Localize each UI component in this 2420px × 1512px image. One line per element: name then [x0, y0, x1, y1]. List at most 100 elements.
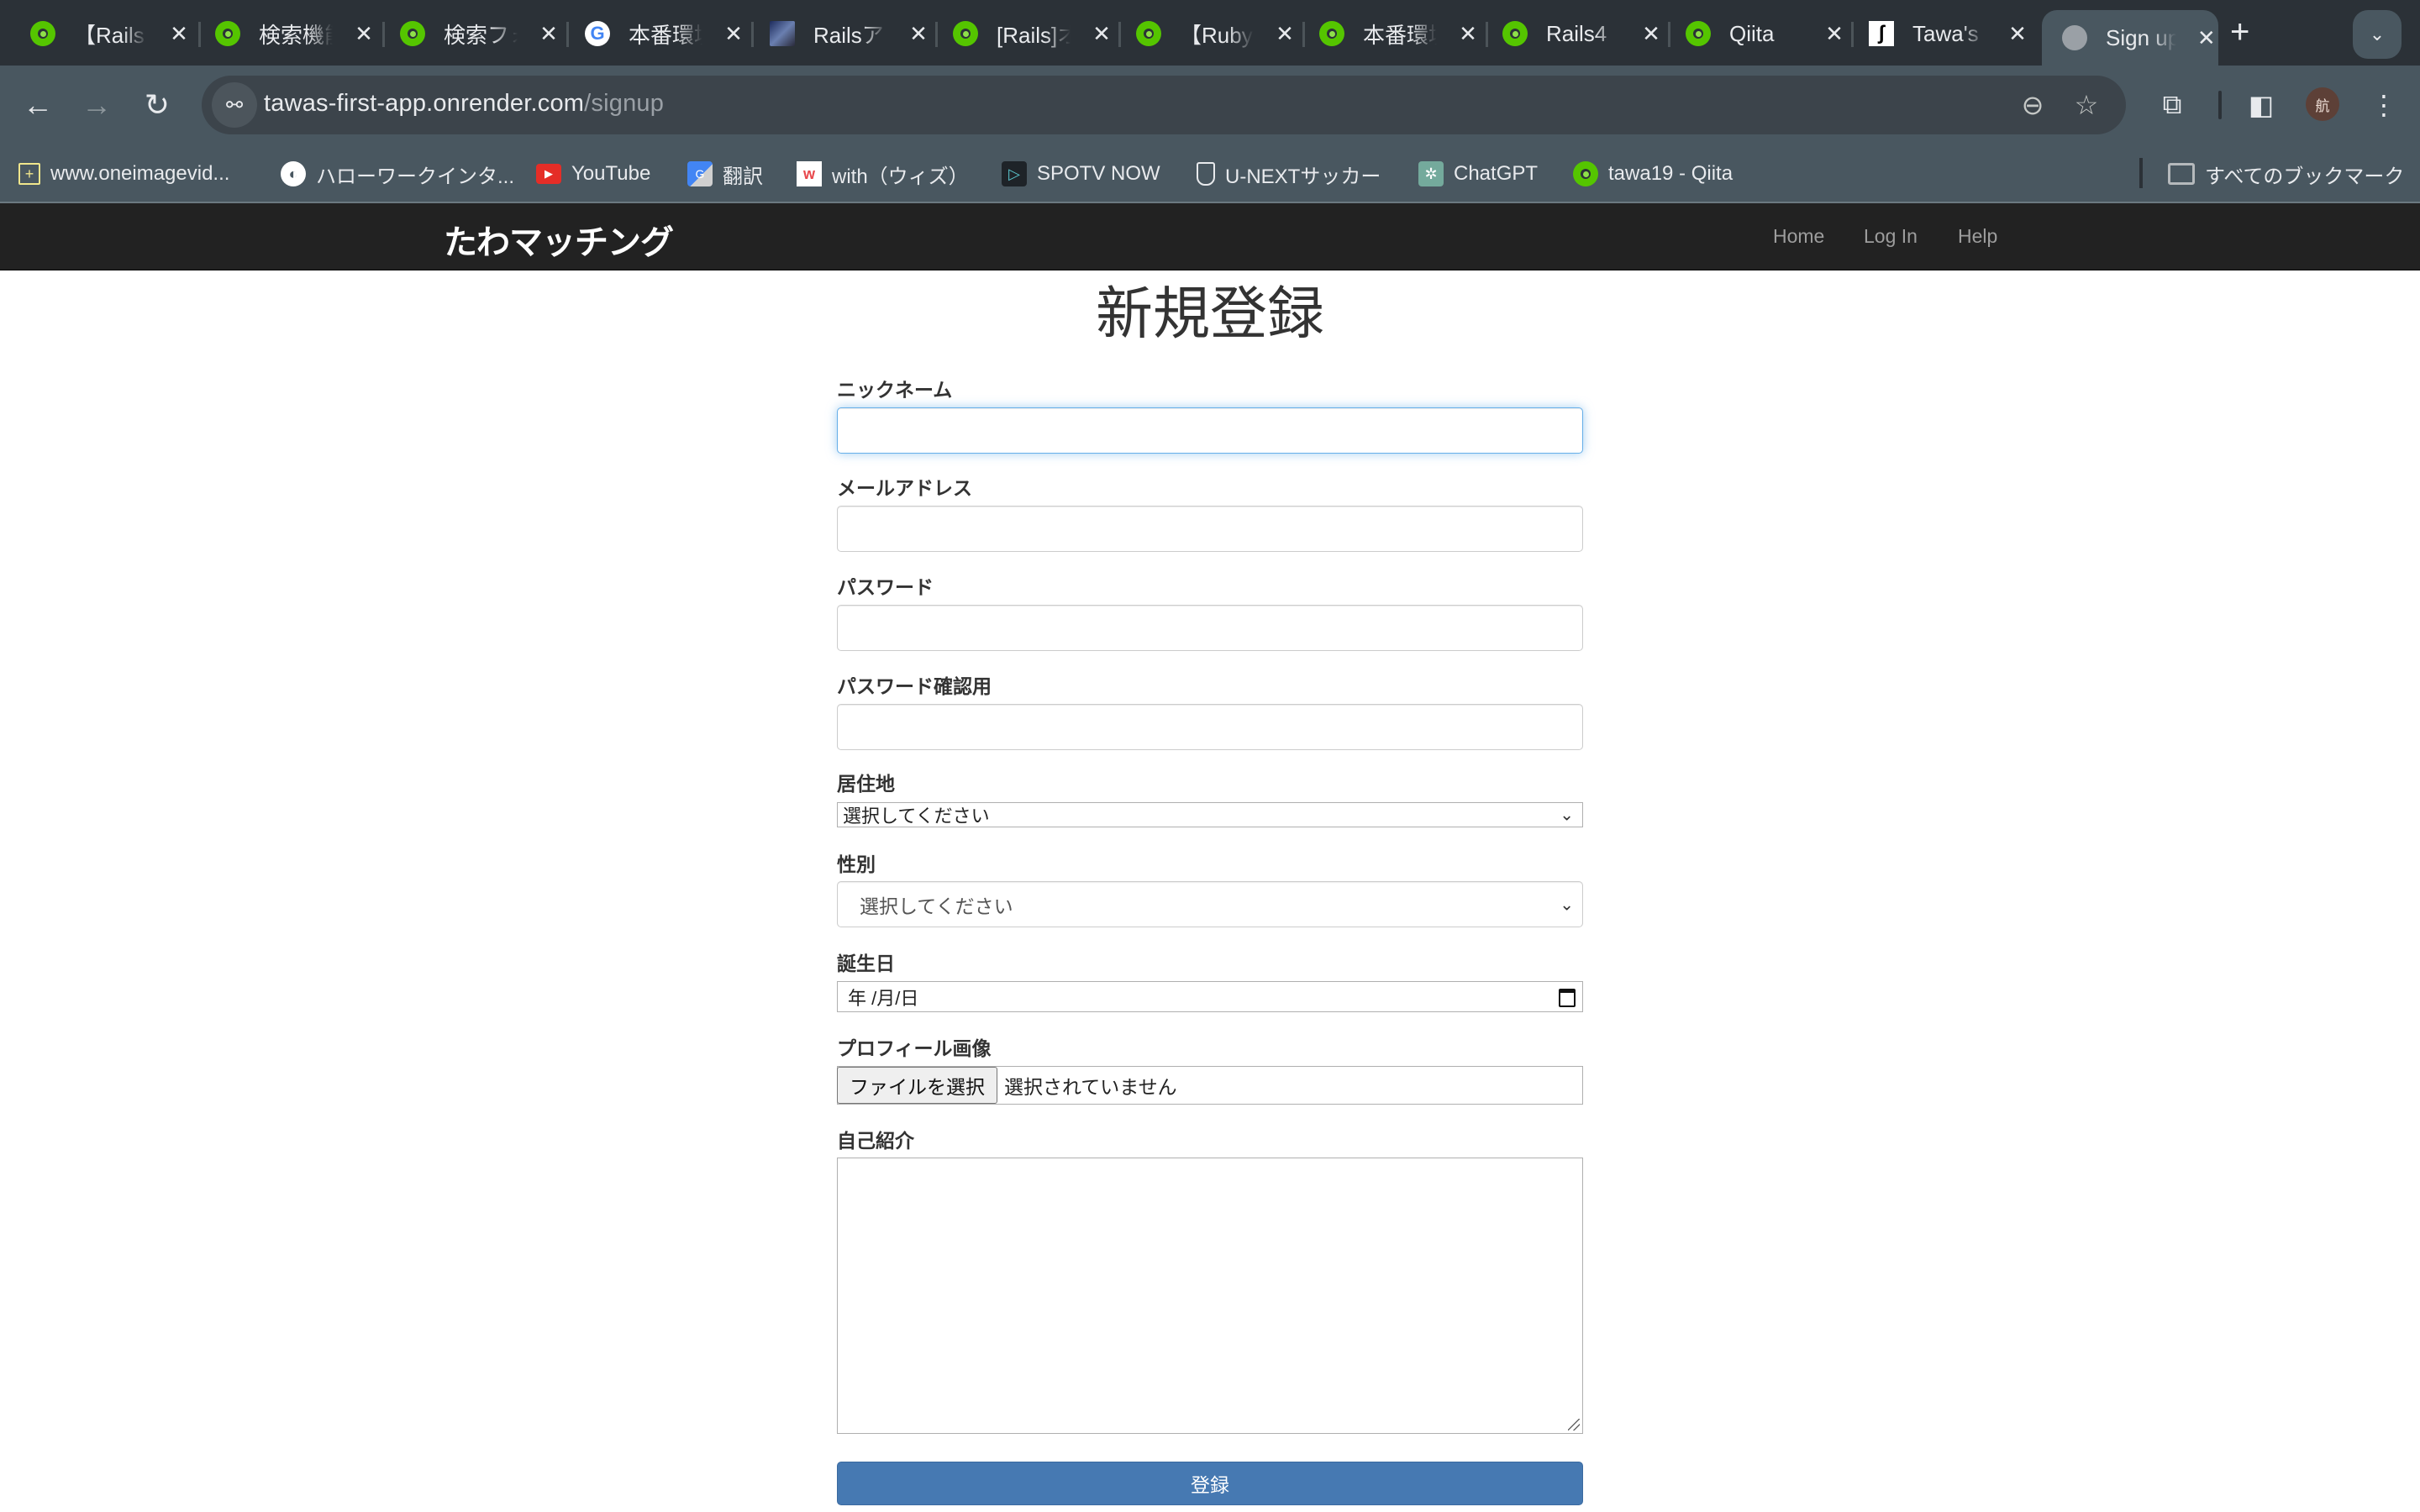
tab[interactable]: Qiita ✕ [1665, 12, 1847, 55]
tab-title: 【Ruby [1180, 22, 1253, 48]
address-bar[interactable]: ⚯ tawas-first-app.onrender.com/signup ⊖ … [202, 76, 2126, 134]
bookmark-item[interactable]: G 翻訳 [687, 160, 763, 188]
url-text[interactable]: tawas-first-app.onrender.com/signup [264, 90, 664, 118]
forward-button[interactable]: → [76, 84, 118, 126]
close-icon[interactable]: ✕ [2005, 21, 2030, 47]
bookmark-item[interactable]: ◐ ハローワークインタ... [281, 160, 514, 188]
with-icon: w [797, 161, 822, 186]
password-confirmation-input[interactable] [837, 704, 1583, 750]
nickname-input[interactable] [837, 407, 1583, 454]
birthday-label: 誕生日 [837, 953, 895, 974]
choose-file-button[interactable]: ファイルを選択 [837, 1067, 997, 1104]
bookmark-label: U-NEXTサッカー [1225, 165, 1381, 188]
new-tab-button[interactable]: + [2230, 13, 2249, 51]
bookmark-item[interactable]: w with（ウィズ） [797, 160, 969, 188]
image-plus-icon: + [18, 163, 40, 185]
tab-title: [Rails]オ [997, 22, 1071, 48]
google-translate-icon: G [687, 161, 713, 186]
birthday-date-input[interactable]: 年 /月/日 [837, 981, 1583, 1012]
tab[interactable]: 【Rails ✕ [10, 12, 192, 55]
residence-select[interactable]: 選択してください ⌄ [837, 802, 1583, 827]
tab[interactable]: Railsア ✕ [750, 12, 931, 55]
qiita-icon [953, 21, 978, 46]
brand-logo-link[interactable]: たわマッチング [444, 215, 674, 264]
tab[interactable]: [Rails]オ ✕ [933, 12, 1114, 55]
profile-image-file-input[interactable]: ファイルを選択 選択されていません [837, 1066, 1583, 1105]
tab-title: 【Rails [74, 22, 145, 48]
reload-button[interactable]: ↻ [136, 84, 178, 126]
email-label: メールアドレス [837, 477, 972, 499]
tab[interactable]: 検索フォ ✕ [380, 12, 561, 55]
bookmark-item[interactable]: + www.oneimagevid... [18, 160, 229, 188]
password-confirmation-label: パスワード確認用 [837, 675, 992, 697]
spotv-icon: ▷ [1002, 161, 1027, 186]
extensions-icon[interactable]: ⧉ [2151, 84, 2193, 126]
nav-link-help[interactable]: Help [1958, 225, 1997, 248]
all-bookmarks-button[interactable]: すべてのブックマーク [2168, 160, 2404, 188]
close-icon[interactable]: ✕ [721, 21, 746, 47]
star-icon[interactable]: ☆ [2069, 87, 2104, 123]
tab-title: 本番環境 [629, 22, 702, 48]
chevron-down-icon: ⌄ [1560, 806, 1574, 825]
introduction-label: 自己紹介 [837, 1130, 914, 1152]
close-icon[interactable]: ✕ [1639, 21, 1664, 47]
profile-avatar[interactable]: 航 [2306, 87, 2339, 121]
qiita-icon [215, 21, 240, 46]
qiita-icon [1136, 21, 1161, 46]
tab[interactable]: 本番環境 ✕ [1299, 12, 1481, 55]
introduction-textarea[interactable] [837, 1158, 1583, 1434]
residence-selected-value: 選択してください [843, 806, 990, 827]
close-icon[interactable]: ✕ [536, 21, 561, 47]
arrow-left-icon: ← [23, 87, 53, 122]
back-button[interactable]: ← [17, 84, 59, 126]
close-icon[interactable]: ✕ [1455, 21, 1481, 47]
register-submit-button[interactable]: 登録 [837, 1462, 1583, 1505]
tab-title: Qiita [1729, 20, 1775, 46]
bookmark-item[interactable]: ✲ ChatGPT [1418, 160, 1538, 188]
side-panel-icon[interactable]: ◧ [2240, 84, 2282, 126]
nav-link-home[interactable]: Home [1773, 225, 1824, 248]
arrow-right-icon: → [82, 87, 112, 122]
bookmark-item[interactable]: U-NEXTサッカー [1197, 160, 1381, 188]
tab-active[interactable]: Sign up ✕ [2042, 10, 2218, 66]
tab[interactable]: G 本番環境 ✕ [565, 12, 746, 55]
qiita-icon [1502, 21, 1528, 46]
close-icon[interactable]: ✕ [351, 21, 376, 47]
tab-title: Rails4 [1546, 20, 1607, 46]
close-icon[interactable]: ✕ [1089, 21, 1114, 47]
password-label: パスワード [837, 576, 934, 598]
bookmarks-divider [2139, 158, 2143, 188]
url-host: tawas-first-app.onrender.com [264, 90, 585, 117]
close-icon[interactable]: ✕ [166, 21, 192, 47]
gender-select[interactable]: 選択してください ⌄ [837, 881, 1583, 927]
resize-handle-icon[interactable] [1568, 1419, 1580, 1431]
bookmark-label: SPOTV NOW [1037, 162, 1160, 185]
close-icon[interactable]: ✕ [1272, 21, 1297, 47]
more-menu-icon[interactable]: ⋮ [2363, 84, 2405, 126]
nav-link-login[interactable]: Log In [1864, 225, 1918, 248]
bookmarks-bar: + www.oneimagevid... ◐ ハローワークインタ... ▶ Yo… [0, 144, 2420, 203]
tab[interactable]: ʃ Tawa's ✕ [1849, 12, 2030, 55]
tab-search-button[interactable]: ⌄ [2353, 10, 2402, 59]
image-icon [770, 21, 795, 46]
email-input[interactable] [837, 506, 1583, 552]
password-input[interactable] [837, 605, 1583, 651]
qiita-icon [1319, 21, 1344, 46]
bookmark-label: tawa19 - Qiita [1608, 162, 1733, 185]
close-icon[interactable]: ✕ [906, 21, 931, 47]
reload-icon: ↻ [144, 87, 171, 122]
tab[interactable]: 検索機能 ✕ [195, 12, 376, 55]
residence-label: 居住地 [837, 773, 895, 795]
tab[interactable]: Rails4 ✕ [1482, 12, 1664, 55]
calendar-icon[interactable] [1559, 989, 1576, 1007]
youtube-icon: ▶ [536, 164, 561, 184]
tab[interactable]: 【Ruby ✕ [1116, 12, 1297, 55]
close-icon[interactable]: ✕ [1822, 21, 1847, 47]
zoom-out-icon[interactable]: ⊖ [2015, 87, 2050, 123]
bookmark-label: YouTube [571, 162, 651, 185]
bookmark-item[interactable]: ▶ YouTube [536, 160, 650, 188]
bookmark-item[interactable]: tawa19 - Qiita [1573, 160, 1733, 188]
close-icon[interactable]: ✕ [2195, 25, 2218, 51]
site-info-button[interactable]: ⚯ [212, 82, 257, 128]
bookmark-item[interactable]: ▷ SPOTV NOW [1002, 160, 1160, 188]
